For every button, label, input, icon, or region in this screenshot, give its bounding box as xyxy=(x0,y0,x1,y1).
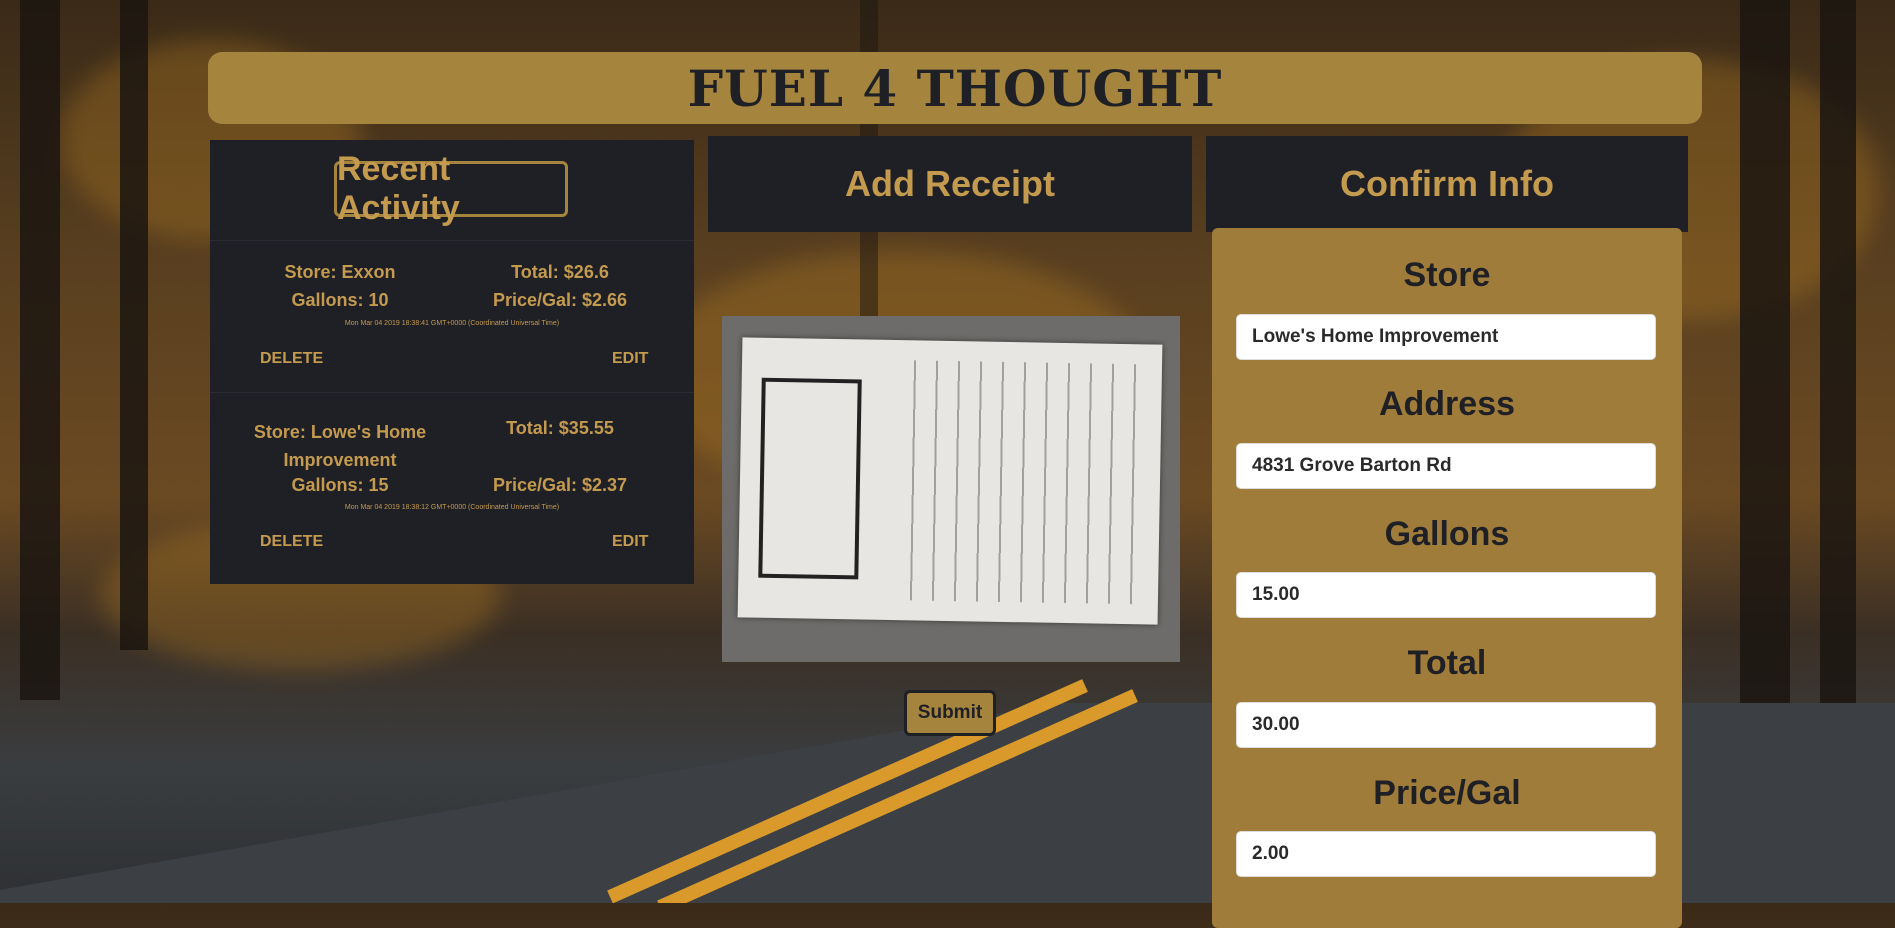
price-per-gal-input[interactable] xyxy=(1236,831,1656,877)
divider xyxy=(210,392,694,393)
address-label: Address xyxy=(1378,385,1516,423)
app-title: FUEL 4 THOUGHT xyxy=(687,58,1223,118)
total-input[interactable] xyxy=(1236,702,1656,748)
entry-price: Price/Gal: $2.37 xyxy=(492,475,628,495)
entry-gallons: Gallons: 15 xyxy=(291,475,389,495)
price-per-gal-label: Price/Gal xyxy=(1373,774,1521,812)
delete-button[interactable]: DELETE xyxy=(260,533,323,551)
store-logo-image xyxy=(758,377,862,580)
receipt-image xyxy=(722,316,1180,662)
add-receipt-title: Add Receipt xyxy=(844,163,1056,204)
entry-total: Total: $35.55 xyxy=(506,418,614,438)
gallons-input[interactable] xyxy=(1236,572,1656,618)
store-label: Store xyxy=(1403,256,1491,294)
total-label: Total xyxy=(1407,644,1487,682)
entry-total: Total: $26.6 xyxy=(511,262,609,282)
confirm-info-header: Confirm Info xyxy=(1206,136,1688,232)
entry-timestamp: Mon Mar 04 2019 18:38:41 GMT+0000 (Coord… xyxy=(344,320,560,327)
add-receipt-header: Add Receipt xyxy=(708,136,1192,232)
entry-price: Price/Gal: $2.66 xyxy=(492,290,628,310)
entry-gallons: Gallons: 10 xyxy=(291,290,389,310)
receipt-paper xyxy=(737,337,1163,625)
entry-timestamp: Mon Mar 04 2019 18:38:12 GMT+0000 (Coord… xyxy=(344,504,560,511)
store-input[interactable] xyxy=(1236,314,1656,360)
receipt-text-lines xyxy=(897,360,1153,605)
app-header: FUEL 4 THOUGHT xyxy=(208,52,1702,124)
delete-button[interactable]: DELETE xyxy=(260,350,323,368)
confirm-info-title: Confirm Info xyxy=(1340,163,1554,204)
divider xyxy=(210,240,694,241)
confirm-form: Store Address Gallons Total Price/Gal xyxy=(1212,228,1682,928)
gallons-label: Gallons xyxy=(1384,515,1510,553)
submit-button[interactable]: Submit xyxy=(904,690,996,736)
recent-activity-title: Recent Activity xyxy=(334,150,568,227)
entry-store: Store: Lowe's Home Improvement xyxy=(253,422,427,470)
entry-store: Store: Exxon xyxy=(284,262,396,282)
edit-button[interactable]: EDIT xyxy=(612,533,648,551)
recent-activity-panel: Recent Activity Store: Exxon Total: $26.… xyxy=(210,140,694,584)
edit-button[interactable]: EDIT xyxy=(612,350,648,368)
address-input[interactable] xyxy=(1236,443,1656,489)
